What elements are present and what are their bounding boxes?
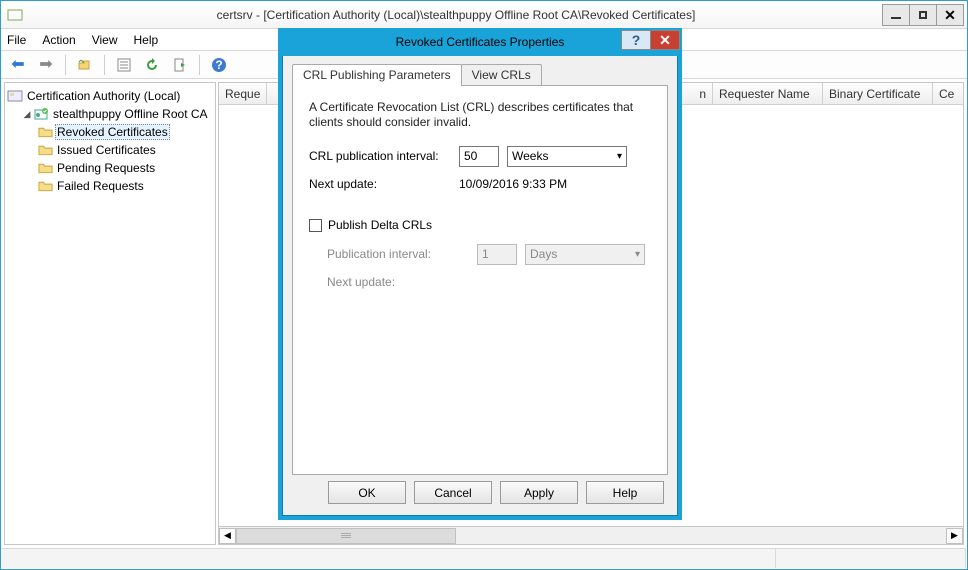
scroll-track[interactable] [236,528,946,544]
help-button[interactable]: ? [208,54,230,76]
delta-interval-label: Publication interval: [327,247,477,261]
folder-icon [37,178,53,194]
menu-view[interactable]: View [92,33,118,47]
column-header[interactable]: Reque [219,83,267,104]
dialog-help-button[interactable]: ? [621,30,651,50]
tree-item-label: Failed Requests [55,179,146,193]
tab-panel: A Certificate Revocation List (CRL) desc… [292,85,668,475]
dialog-buttons: OK Cancel Apply Help [328,481,664,504]
app-icon [7,7,23,23]
tree-item-revoked[interactable]: Revoked Certificates [7,123,213,141]
help-button[interactable]: Help [586,481,664,504]
main-titlebar: certsrv - [Certification Authority (Loca… [1,1,967,29]
tree-item-label: Revoked Certificates [55,124,170,140]
tree-ca[interactable]: ◢ stealthpuppy Offline Root CA [7,105,213,123]
refresh-button[interactable] [141,54,163,76]
column-header[interactable]: Binary Certificate [823,83,933,104]
delta-interval-unit-value: Days [530,247,557,261]
maximize-button[interactable] [909,4,937,26]
dialog-body: CRL Publishing Parameters View CRLs A Ce… [282,56,678,483]
tree-item-pending[interactable]: Pending Requests [7,159,213,177]
next-update-label: Next update: [309,177,459,191]
tree-root[interactable]: Certification Authority (Local) [7,87,213,105]
ok-button[interactable]: OK [328,481,406,504]
tab-strip: CRL Publishing Parameters View CRLs [292,64,668,86]
properties-dialog: Revoked Certificates Properties ? ✕ CRL … [278,28,682,520]
publish-delta-checkbox[interactable] [309,219,322,232]
svg-text:?: ? [215,58,222,72]
window-controls: ✕ [883,4,964,26]
back-button[interactable]: ⬅ [7,54,29,76]
up-button[interactable] [74,54,96,76]
tree-root-label: Certification Authority (Local) [25,89,182,103]
close-button[interactable]: ✕ [936,4,964,26]
chevron-down-icon: ▾ [617,151,622,162]
scroll-right-button[interactable]: ▶ [946,528,963,544]
scroll-thumb[interactable] [236,528,456,544]
column-header[interactable]: Ce [933,83,963,104]
dialog-titlebar[interactable]: Revoked Certificates Properties ? ✕ [278,28,682,56]
export-button[interactable] [169,54,191,76]
chevron-down-icon: ▾ [635,249,640,260]
publish-delta-label: Publish Delta CRLs [328,218,432,232]
next-update-value: 10/09/2016 9:33 PM [459,177,567,191]
tree-item-issued[interactable]: Issued Certificates [7,141,213,159]
toolbar-sep [199,55,200,75]
delta-next-label: Next update: [327,275,477,289]
forward-button[interactable]: ➡ [35,54,57,76]
crl-interval-unit-select[interactable]: Weeks ▾ [507,146,627,167]
ca-node-icon [33,106,49,122]
crl-interval-unit-value: Weeks [512,149,548,163]
tab-view-crls[interactable]: View CRLs [461,64,542,86]
cancel-button[interactable]: Cancel [414,481,492,504]
toolbar-sep [65,55,66,75]
window-title: certsrv - [Certification Authority (Loca… [29,8,883,22]
properties-button[interactable] [113,54,135,76]
folder-icon [37,160,53,176]
apply-button[interactable]: Apply [500,481,578,504]
tree-item-label: Issued Certificates [55,143,158,157]
tree-ca-label: stealthpuppy Offline Root CA [51,107,210,121]
statusbar [2,548,966,568]
menu-action[interactable]: Action [42,33,75,47]
horizontal-scrollbar[interactable]: ◀ ▶ [218,527,964,545]
tree-pane: Certification Authority (Local) ◢ stealt… [4,82,216,545]
crl-interval-label: CRL publication interval: [309,149,459,163]
dialog-description: A Certificate Revocation List (CRL) desc… [309,100,651,130]
menu-help[interactable]: Help [134,33,159,47]
minimize-button[interactable] [882,4,910,26]
tree-item-failed[interactable]: Failed Requests [7,177,213,195]
folder-icon [37,124,53,140]
tree-item-label: Pending Requests [55,161,157,175]
folder-icon [37,142,53,158]
dialog-close-button[interactable]: ✕ [650,30,680,50]
crl-interval-input[interactable] [459,146,499,167]
toolbar-sep [104,55,105,75]
delta-interval-unit-select: Days ▾ [525,244,645,265]
column-header[interactable]: Requester Name [713,83,823,104]
tree-twisty-icon[interactable]: ◢ [21,109,33,120]
scroll-left-button[interactable]: ◀ [219,528,236,544]
tab-crl-params[interactable]: CRL Publishing Parameters [292,64,462,86]
ca-root-icon [7,88,23,104]
menu-file[interactable]: File [7,33,26,47]
delta-interval-input [477,244,517,265]
